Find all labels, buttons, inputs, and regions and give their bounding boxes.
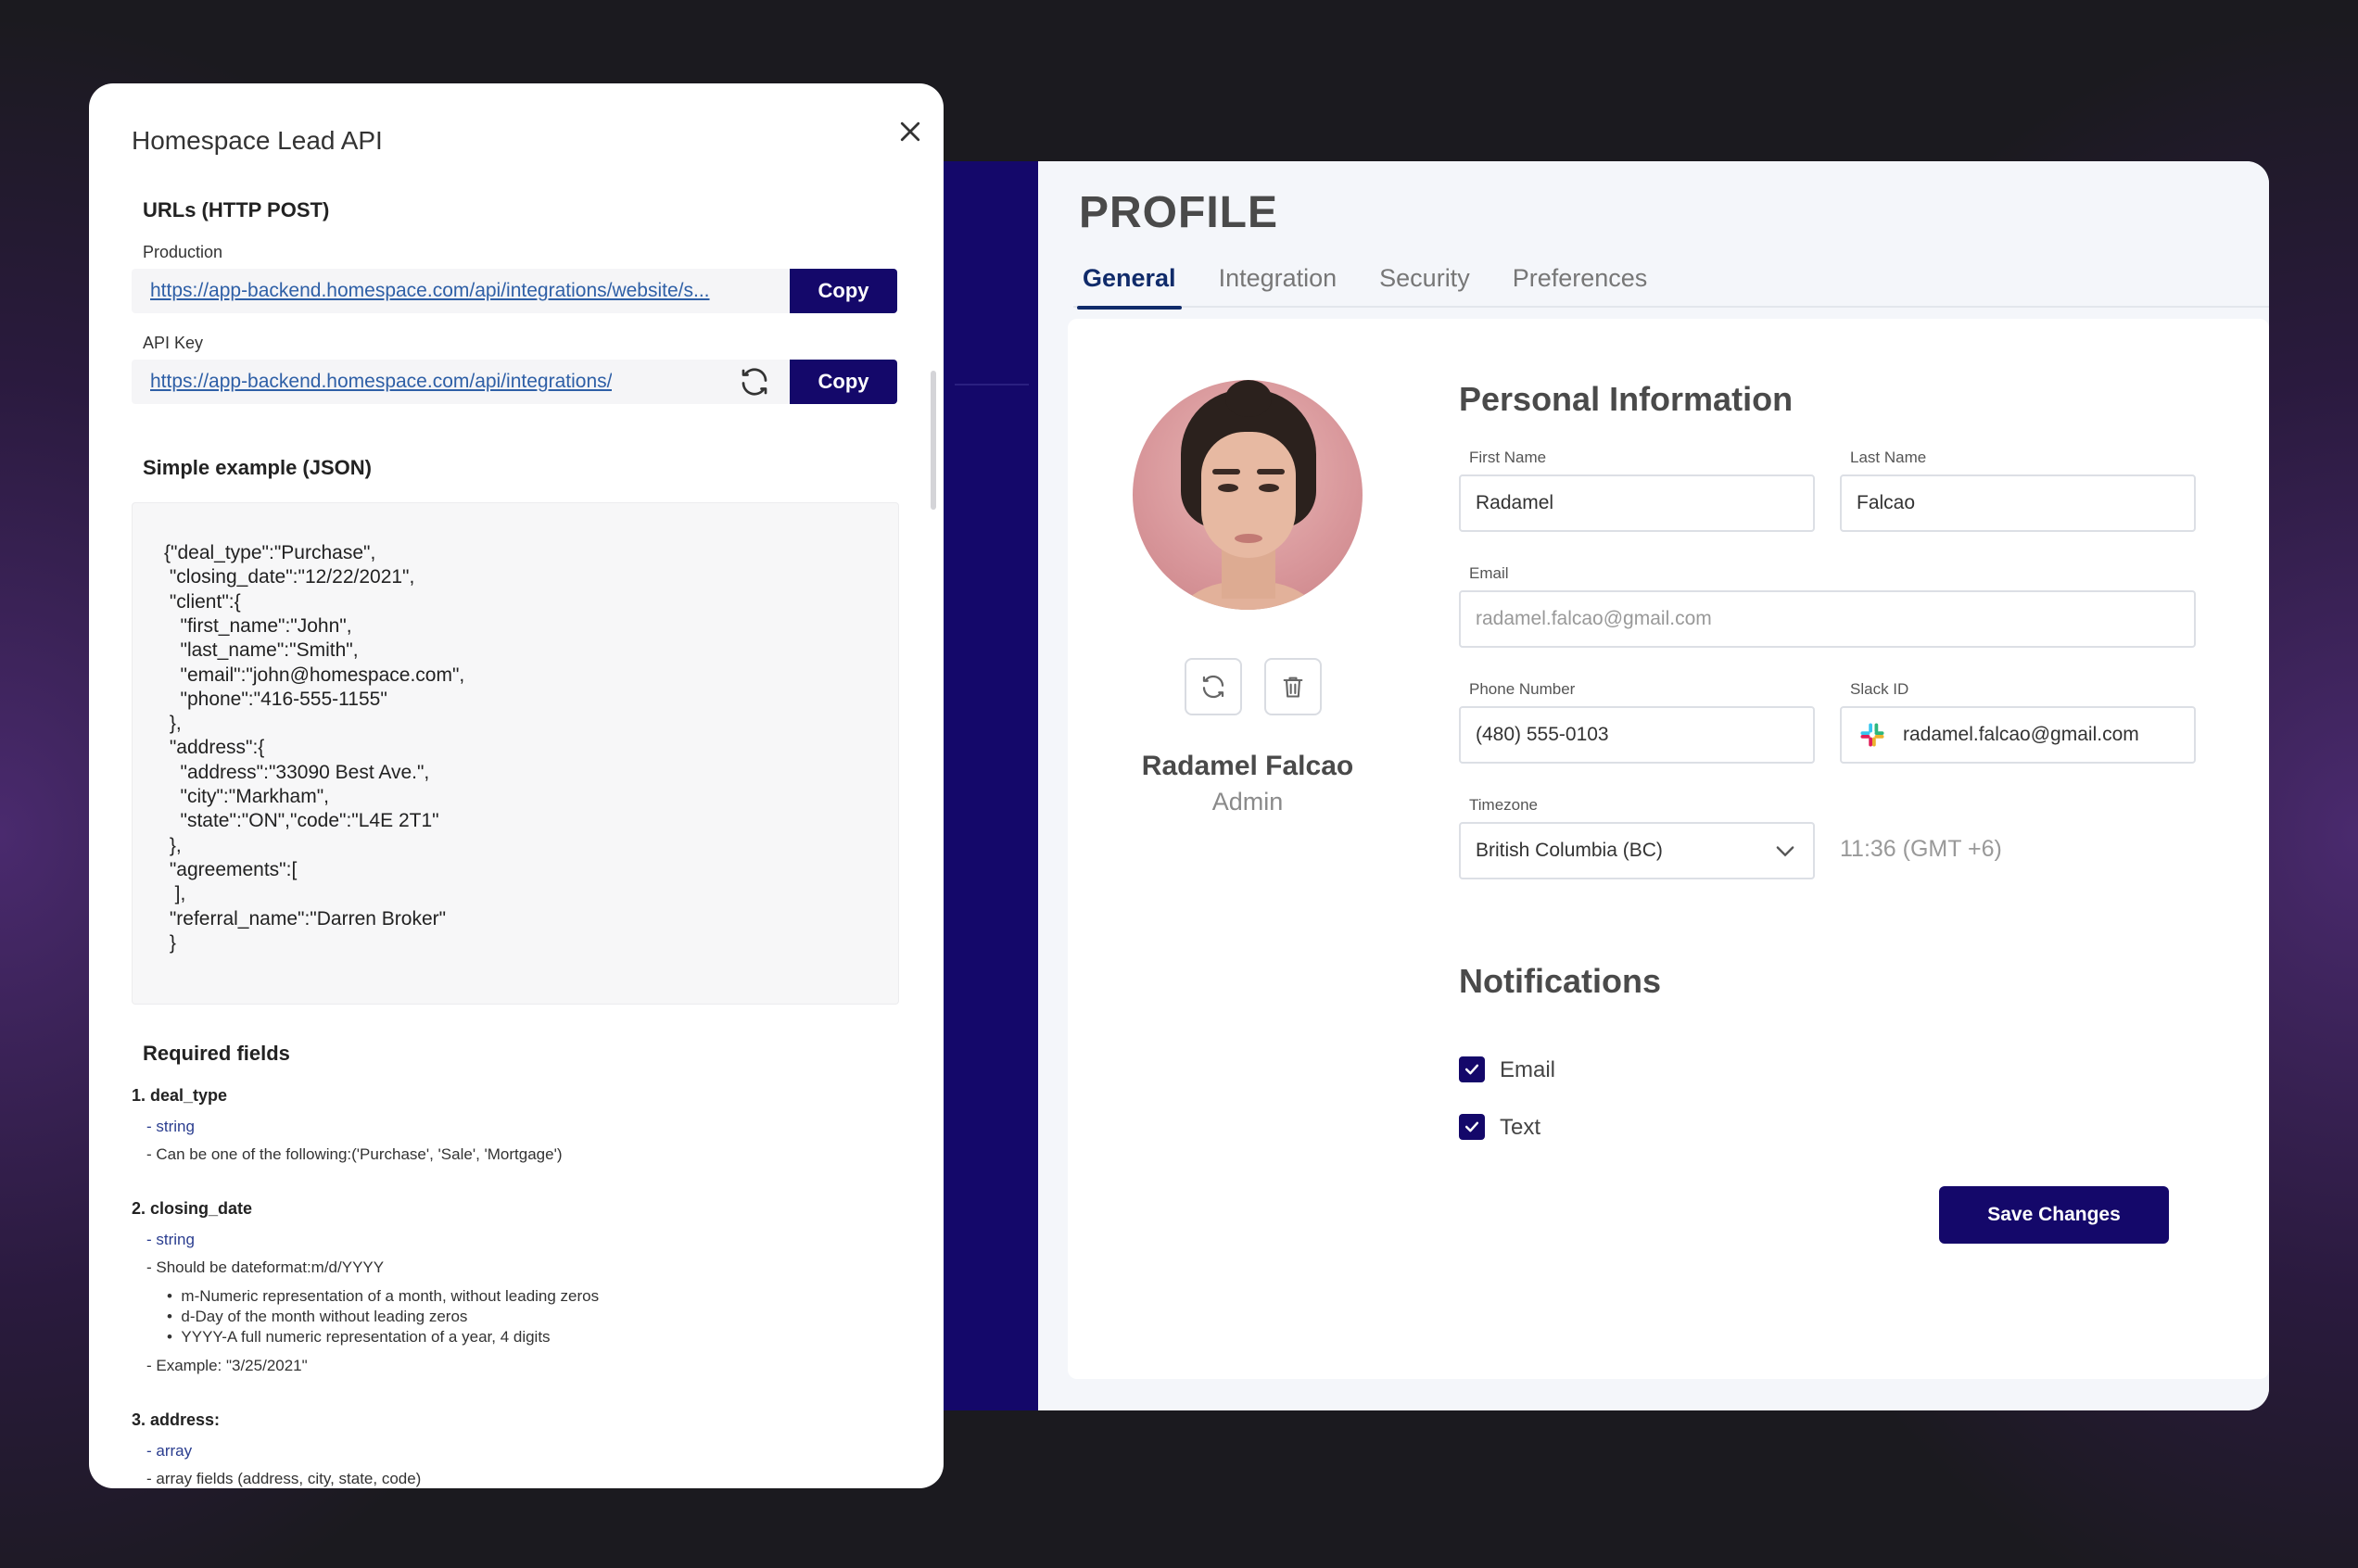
json-example-line: } — [164, 931, 176, 954]
user-name: Radamel Falcao — [1141, 751, 1354, 781]
required-field-name: 2. closing_date — [132, 1199, 253, 1218]
api-key-url-box: https://app-backend.homespace.com/api/in… — [132, 360, 799, 404]
delete-photo-button[interactable] — [1264, 658, 1322, 715]
avatar — [1133, 380, 1363, 610]
api-modal: Homespace Lead API URLs (HTTP POST) Prod… — [89, 83, 944, 1488]
urls-heading: URLs (HTTP POST) — [143, 198, 330, 221]
bullet-text: m-Numeric representation of a month, wit… — [181, 1287, 600, 1305]
required-field-type: - string — [146, 1231, 195, 1248]
json-example-line: "closing_date":"12/22/2021", — [164, 566, 415, 588]
email-notification-label: Email — [1500, 1057, 1556, 1082]
api-key-label: API Key — [143, 334, 204, 352]
trash-icon — [1283, 677, 1303, 698]
timezone-value: British Columbia (BC) — [1476, 840, 1663, 861]
change-photo-button[interactable] — [1185, 658, 1242, 715]
save-changes-button[interactable]: Save Changes — [1939, 1186, 2169, 1244]
required-field-desc: - array fields (address, city, state, co… — [146, 1470, 422, 1487]
required-field-bullet: • YYYY-A full numeric representation of … — [167, 1328, 551, 1346]
slack-value: radamel.falcao@gmail.com — [1903, 724, 2139, 745]
side-nav — [936, 161, 1038, 1410]
required-field-desc: - Can be one of the following:('Purchase… — [146, 1145, 563, 1163]
required-field-bullet: • d-Day of the month without leading zer… — [167, 1308, 468, 1325]
json-example-line: "email":"john@homespace.com", — [164, 664, 465, 686]
production-url-box: https://app-backend.homespace.com/api/in… — [132, 269, 799, 313]
copy-api-key-button[interactable]: Copy — [790, 360, 897, 404]
bullet-text: YYYY-A full numeric representation of a … — [181, 1328, 551, 1346]
modal-scrollbar[interactable] — [931, 371, 936, 510]
tab-integration[interactable]: Integration — [1210, 261, 1347, 308]
required-heading: Required fields — [143, 1042, 290, 1065]
json-example-line: "agreements":[ — [164, 858, 298, 880]
example-heading: Simple example (JSON) — [143, 456, 372, 479]
tab-preferences[interactable]: Preferences — [1503, 261, 1657, 308]
user-role: Admin — [1211, 788, 1284, 816]
json-example-line: }, — [164, 713, 182, 735]
modal-title: Homespace Lead API — [132, 126, 383, 155]
profile-card: Radamel Falcao Admin Personal Informatio… — [1068, 319, 2269, 1379]
copy-production-button[interactable]: Copy — [790, 269, 897, 313]
timezone-time: 11:36 (GMT +6) — [1840, 836, 2002, 862]
first-name-label: First Name — [1469, 449, 1547, 466]
required-field-desc: - Should be dateformat:m/d/YYYY — [146, 1258, 385, 1276]
required-field-name: 3. address: — [132, 1410, 221, 1429]
required-field-name: 1. deal_type — [132, 1086, 228, 1105]
profile-main: PROFILE General Integration Security Pre… — [1040, 161, 2269, 1410]
chevron-down-icon — [1776, 846, 1794, 857]
page-title: PROFILE — [1079, 188, 1279, 237]
notifications-heading: Notifications — [1459, 962, 1662, 1000]
regenerate-key-icon[interactable] — [738, 365, 771, 398]
tab-bar: General Integration Security Preferences — [1073, 261, 2269, 310]
api-key-url-link[interactable]: https://app-backend.homespace.com/api/in… — [150, 371, 612, 393]
required-field-example: - Example: "3/25/2021" — [146, 1357, 308, 1374]
text-notification-label: Text — [1500, 1115, 1541, 1140]
json-example-line: "city":"Markham", — [164, 786, 330, 807]
production-label: Production — [143, 243, 223, 261]
json-example-line: "address":{ — [164, 737, 265, 759]
first-name-field[interactable]: Radamel — [1459, 474, 1815, 532]
timezone-label: Timezone — [1469, 796, 1539, 814]
json-example-line: ], — [164, 883, 186, 905]
json-example-line: "state":"ON","code":"L4E 2T1" — [164, 810, 439, 832]
email-label: Email — [1469, 564, 1509, 582]
tab-security[interactable]: Security — [1370, 261, 1479, 308]
bullet-text: d-Day of the month without leading zeros — [181, 1308, 468, 1325]
slack-field[interactable]: radamel.falcao@gmail.com — [1840, 706, 2196, 764]
text-notification-checkbox[interactable] — [1459, 1114, 1485, 1140]
last-name-field[interactable]: Falcao — [1840, 474, 2196, 532]
close-button[interactable] — [888, 109, 932, 154]
nav-divider — [955, 384, 1029, 386]
timezone-select[interactable]: British Columbia (BC) — [1459, 822, 1815, 879]
json-example-line: "address":"33090 Best Ave.", — [164, 761, 430, 783]
json-example-line: "first_name":"John", — [164, 614, 352, 637]
close-icon — [900, 121, 920, 142]
required-field-type: - string — [146, 1118, 195, 1135]
json-example-line: "last_name":"Smith", — [164, 639, 359, 662]
slack-label: Slack ID — [1850, 680, 1909, 698]
personal-info-heading: Personal Information — [1459, 380, 1794, 418]
json-example-line: "client":{ — [164, 590, 241, 613]
json-example-line: {"deal_type":"Purchase", — [164, 542, 376, 563]
json-example-line: }, — [164, 834, 182, 856]
last-name-label: Last Name — [1850, 449, 1927, 466]
tab-general[interactable]: General — [1073, 261, 1185, 310]
required-field-type: - array — [146, 1442, 193, 1460]
check-icon — [1464, 1121, 1479, 1132]
email-notification-checkbox[interactable] — [1459, 1056, 1485, 1082]
profile-window: PROFILE General Integration Security Pre… — [936, 161, 2269, 1410]
json-example-line: "phone":"416-555-1155" — [164, 688, 387, 710]
json-example-line: "referral_name":"Darren Broker" — [164, 907, 447, 929]
json-example-box: {"deal_type":"Purchase", "closing_date":… — [132, 502, 899, 1005]
phone-field[interactable]: (480) 555-0103 — [1459, 706, 1815, 764]
email-field[interactable]: radamel.falcao@gmail.com — [1459, 590, 2196, 648]
phone-label: Phone Number — [1469, 680, 1576, 698]
slack-icon — [1860, 723, 1884, 747]
production-url-link[interactable]: https://app-backend.homespace.com/api/in… — [150, 280, 710, 302]
required-field-bullet: • m-Numeric representation of a month, w… — [167, 1287, 600, 1305]
check-icon — [1464, 1064, 1479, 1075]
refresh-icon — [1202, 675, 1224, 699]
